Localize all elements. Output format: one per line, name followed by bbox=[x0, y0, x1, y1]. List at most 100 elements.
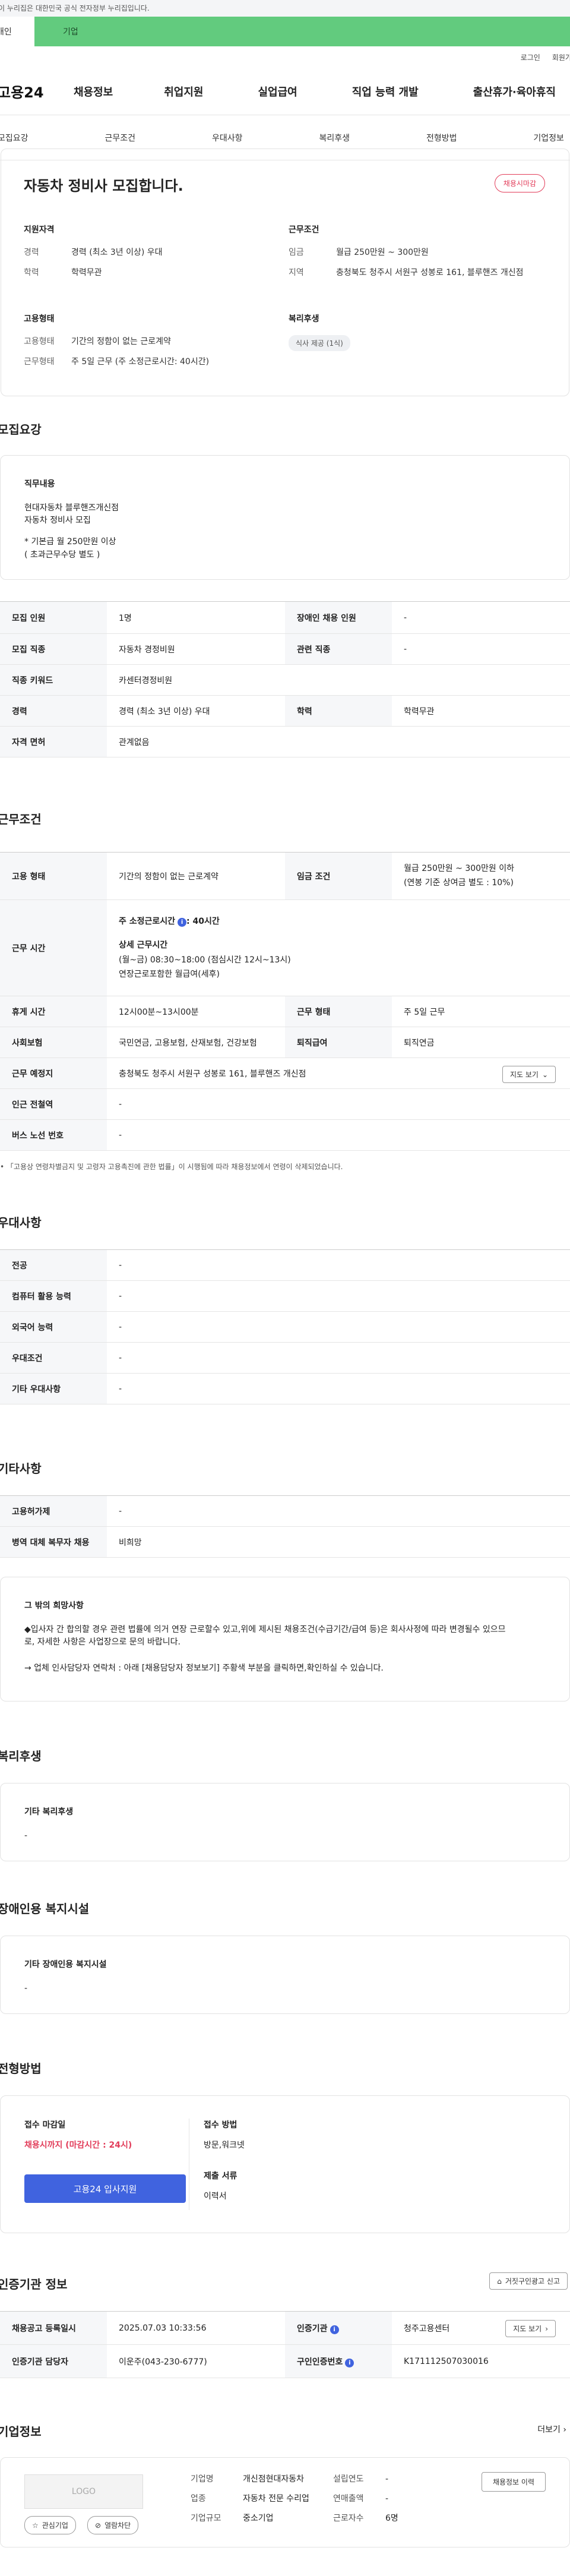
global-nav: 고용24 채용정보 취업지원 실업급여 직업 능력 개발 출산휴가·육아휴직 bbox=[0, 68, 570, 115]
etc-row-label: 병역 대체 복무자 채용 bbox=[0, 1526, 107, 1558]
selection-section: 전형방법 접수 마감일 채용시까지 (마감시간 : 24시) 고용24 입사지원… bbox=[0, 2059, 570, 2233]
chevron-right-icon: › bbox=[545, 2324, 548, 2333]
founded-value: - bbox=[385, 2474, 389, 2484]
tab-personal[interactable]: 개인 bbox=[0, 17, 34, 46]
summary-conditions-heading: 근무조건 bbox=[289, 225, 319, 235]
anchor-recruit[interactable]: 모집요강 bbox=[0, 132, 28, 144]
anchor-preference[interactable]: 우대사항 bbox=[212, 132, 243, 144]
cert-map-button-label: 지도 보기 bbox=[513, 2325, 542, 2333]
wage-value: 월급 250만원 ~ 300만원 이하 bbox=[404, 863, 515, 873]
join-link[interactable]: 회원가입 bbox=[552, 52, 570, 62]
retirement-value: 퇴직연금 bbox=[392, 1027, 570, 1058]
utility-bar: 로그인 회원가입 bbox=[0, 46, 570, 68]
job-category-value: 자동차 경정비원 bbox=[107, 633, 285, 665]
info-icon[interactable]: i bbox=[330, 2325, 339, 2334]
status-badge: 채용시마감 bbox=[494, 174, 545, 192]
summary-conditions: 근무조건 임금 월급 250만원 ~ 300만원 지역 충청북도 청주시 서원구 성… bbox=[289, 223, 553, 286]
gnb-item-employment-support[interactable]: 취업지원 bbox=[164, 84, 203, 99]
company-box: LOGO ☆ 관심기업 ⊘ 열람차단 기업명 개신점현대자동차 업종 자동차 전문 수리… bbox=[0, 2457, 570, 2547]
recruit-table: 모집 인원 1명 장애인 채용 인원 - 모집 직종 자동차 경정비원 관련 직종 - 직종… bbox=[0, 601, 570, 757]
anchor-selection[interactable]: 전형방법 bbox=[426, 132, 457, 144]
work-time-cell: 주 소정근로시간 i: 40시간 상세 근무시간 (월~금) 08:30~18:0… bbox=[107, 899, 570, 996]
cert-section-title: 인증기관 정보 bbox=[0, 2277, 68, 2291]
preference-table: 전공 - 컴퓨터 활용 능력 - 외국어 능력 - 우대조건 - 기타 우대사항 - bbox=[0, 1249, 570, 1404]
subway-value: - bbox=[107, 1088, 570, 1120]
docs-value: 이력서 bbox=[204, 2192, 227, 2201]
related-category-value: - bbox=[392, 633, 570, 665]
req-no-label: 구인인증번호 i bbox=[285, 2344, 392, 2378]
pref-row-value: - bbox=[107, 1373, 570, 1404]
emp-type-label: 고용 형태 bbox=[0, 852, 107, 900]
summary-career-label: 경력 bbox=[24, 248, 39, 257]
count-value: 1명 bbox=[107, 601, 285, 634]
site-logo[interactable]: 고용24 bbox=[0, 81, 68, 102]
job-category-label: 모집 직종 bbox=[0, 633, 107, 665]
anchor-company[interactable]: 기업정보 bbox=[533, 132, 564, 144]
chevron-right-icon: › bbox=[563, 2425, 566, 2435]
cert-table: 채용공고 등록일시 2025.07.03 10:33:56 인증기관 i 청주고용센터 지… bbox=[0, 2311, 570, 2378]
staff-value: 6명 bbox=[385, 2514, 398, 2523]
revenue-label: 연매출액 bbox=[333, 2494, 364, 2504]
disabled-facility-value: - bbox=[24, 1983, 28, 1993]
break-value: 12시00분~13시00분 bbox=[107, 996, 285, 1027]
job-desc-line: 자동차 정비사 모집 bbox=[24, 516, 91, 526]
apply-button[interactable]: 고용24 입사지원 bbox=[24, 2174, 186, 2203]
info-icon[interactable]: i bbox=[178, 917, 187, 927]
deadline-heading: 접수 마감일 bbox=[24, 2120, 66, 2130]
industry-value: 자동차 전문 수리업 bbox=[243, 2494, 309, 2504]
company-info-col2: 설립연도 - 연매출액 - 근로자수 6명 bbox=[333, 2473, 398, 2525]
emp-type-value: 기간의 정함이 없는 근로계약 bbox=[107, 852, 285, 900]
welfare-chip: 식사 제공 (1식) bbox=[289, 335, 350, 351]
disabled-count-label: 장애인 채용 인원 bbox=[285, 601, 392, 634]
cert-section: 인증기관 정보 ⌂ 거짓구인광고 신고 채용공고 등록일시 2025.07.03 1… bbox=[0, 2272, 570, 2378]
gnb-item-jobs[interactable]: 채용정보 bbox=[74, 84, 113, 99]
deadline-value: 채용시까지 (마감시간 : 24시) bbox=[24, 2141, 132, 2150]
summary-region-value: 충청북도 청주시 서원구 성봉로 161, 블루핸즈 개신점 bbox=[336, 268, 524, 277]
welfare-heading: 기타 복리후생 bbox=[24, 1807, 74, 1817]
summary-workform-value: 주 5일 근무 (주 소정근로시간: 40시간) bbox=[71, 357, 210, 367]
company-more-link[interactable]: 더보기 › bbox=[537, 2423, 566, 2435]
cert-map-button[interactable]: 지도 보기 › bbox=[505, 2320, 556, 2337]
detail-hours-heading: 상세 근무시간 bbox=[119, 940, 168, 950]
company-size-label: 기업규모 bbox=[191, 2514, 221, 2523]
tab-company[interactable]: 기업 bbox=[34, 17, 570, 46]
job-desc-line: * 기본급 월 250만원 이상 bbox=[24, 537, 116, 547]
summary-welfare-heading: 복리후생 bbox=[289, 314, 319, 324]
report-fake-ad-button[interactable]: ⌂ 거짓구인광고 신고 bbox=[489, 2272, 568, 2290]
insurance-label: 사회보험 bbox=[0, 1027, 107, 1058]
gnb-item-unemployment-benefit[interactable]: 실업급여 bbox=[258, 84, 297, 99]
info-icon[interactable]: i bbox=[345, 2358, 354, 2367]
other-wishes-line: ◆입사자 간 합의할 경우 관련 법률에 의거 연장 근로할수 있고,위에 제시… bbox=[24, 1624, 506, 1634]
job-summary-card: 자동차 정비사 모집합니다. 채용시마감 지원자격 경력 경력 (최소 3년 이상… bbox=[1, 149, 569, 396]
founded-label: 설립연도 bbox=[333, 2474, 364, 2484]
preference-section-title: 우대사항 bbox=[0, 1216, 42, 1230]
fav-company-button[interactable]: ☆ 관심기업 bbox=[24, 2516, 76, 2534]
job-history-button[interactable]: 채용정보 이력 bbox=[481, 2472, 546, 2492]
workplace-cell: 충청북도 청주시 서원구 성봉로 161, 블루핸즈 개신점 지도 보기 ⌄ bbox=[107, 1057, 570, 1089]
pref-row-value: - bbox=[107, 1311, 570, 1343]
job-title: 자동차 정비사 모집합니다. bbox=[24, 178, 183, 194]
block-view-button[interactable]: ⊘ 열람차단 bbox=[87, 2516, 139, 2534]
other-wishes-box: 그 밖의 희망사항 ◆입사자 간 합의할 경우 관련 법률에 의거 연장 근로할… bbox=[0, 1577, 570, 1701]
post-date-label: 채용공고 등록일시 bbox=[0, 2311, 107, 2345]
anchor-work[interactable]: 근무조건 bbox=[104, 132, 135, 144]
related-category-label: 관련 직종 bbox=[285, 633, 392, 665]
etc-section-title: 기타사항 bbox=[0, 1461, 42, 1476]
summary-region-label: 지역 bbox=[289, 268, 304, 277]
other-wishes-heading: 그 밖의 희망사항 bbox=[24, 1601, 84, 1611]
selection-section-title: 전형방법 bbox=[0, 2062, 42, 2076]
star-icon: ☆ bbox=[32, 2521, 39, 2530]
summary-edu-value: 학력무관 bbox=[71, 268, 102, 277]
gov-banner-text: 이 누리집은 대한민국 공식 전자정부 누리집입니다. bbox=[0, 4, 150, 12]
wage-label: 임금 조건 bbox=[285, 852, 392, 900]
map-button[interactable]: 지도 보기 ⌄ bbox=[502, 1066, 556, 1083]
gnb-item-parental-leave[interactable]: 출산휴가·육아휴직 bbox=[473, 84, 556, 99]
cert-org-value: 청주고용센터 bbox=[404, 2324, 450, 2334]
anchor-welfare[interactable]: 복리후생 bbox=[319, 132, 350, 144]
recruit-section-title: 모집요강 bbox=[0, 422, 42, 437]
login-link[interactable]: 로그인 bbox=[521, 52, 540, 62]
weekly-hours-label: 주 소정근로시간 bbox=[119, 916, 176, 926]
welfare-section: 복리후생 기타 복리후생 - bbox=[0, 1747, 570, 1861]
bus-value: - bbox=[107, 1119, 570, 1151]
gnb-item-vocational-training[interactable]: 직업 능력 개발 bbox=[352, 84, 419, 99]
